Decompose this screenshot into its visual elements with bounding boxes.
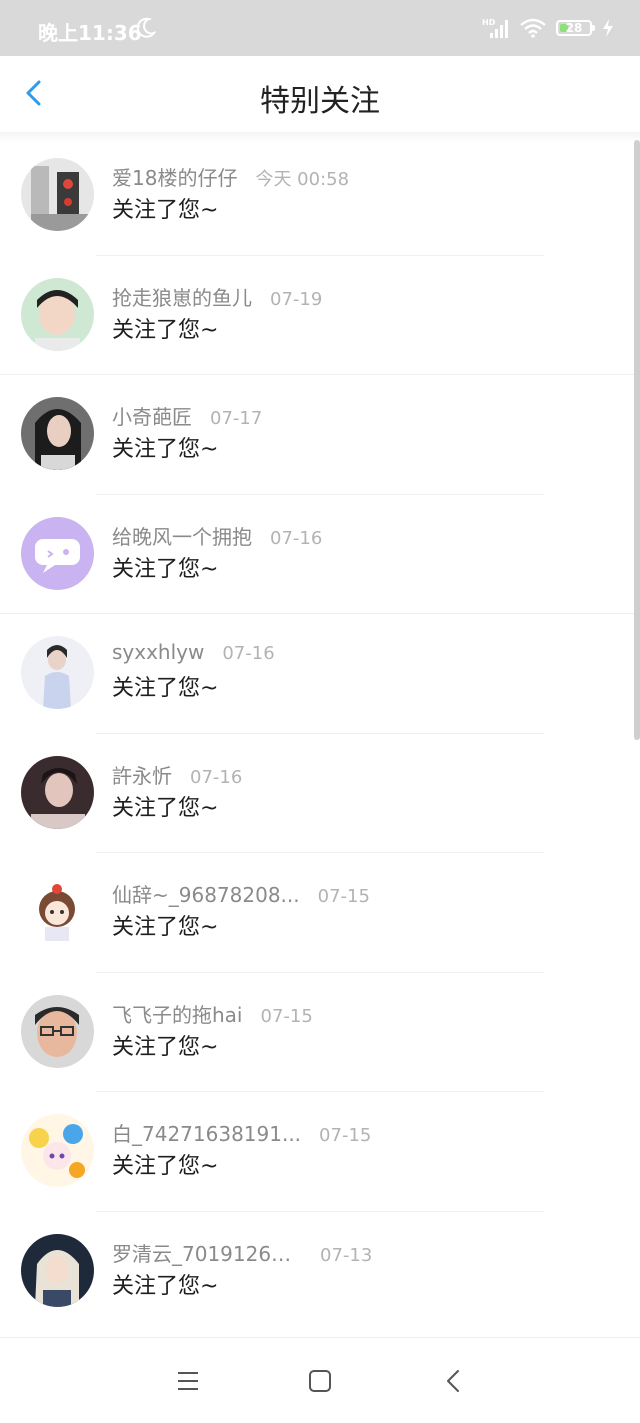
timestamp: 07-15 (317, 886, 370, 907)
timestamp: 今天 00:58 (255, 169, 350, 190)
message-text: 关注了您~ (112, 1034, 219, 1060)
status-time: 晚上11:36 (38, 21, 142, 45)
message-text: 关注了您~ (112, 1273, 219, 1299)
list-item[interactable]: 仙辞~_96878208... 07-15 关注了您~ (0, 853, 640, 973)
avatar[interactable] (21, 755, 94, 829)
wifi-icon (520, 18, 546, 38)
list-item[interactable]: 小奇葩匠 07-17 关注了您~ (0, 375, 640, 495)
timestamp: 07-16 (222, 643, 275, 664)
avatar[interactable] (21, 397, 94, 470)
message-text: 关注了您~ (112, 795, 219, 821)
list-item[interactable]: 白_74271638191... 07-15 关注了您~ (0, 1092, 640, 1212)
message-text: 关注了您~ (112, 915, 219, 940)
username: 仙辞~_96878208... (112, 883, 300, 907)
username: 抢走狼崽的鱼儿 (112, 285, 252, 310)
list-item[interactable]: 許永忻 07-16 关注了您~ (0, 734, 640, 853)
message-text: 关注了您~ (112, 556, 219, 582)
timestamp: 07-15 (319, 1125, 372, 1146)
list-item[interactable]: 抢走狼崽的鱼儿 07-19 关注了您~ (0, 256, 640, 375)
username: 爱18楼的仔仔 (112, 166, 238, 190)
avatar[interactable] (21, 1233, 94, 1307)
avatar[interactable] (21, 277, 94, 351)
moon-icon (136, 17, 156, 38)
timestamp: 07-19 (270, 288, 323, 310)
status-icons: HD 28 (482, 14, 614, 42)
header: 特别关注 (0, 56, 640, 132)
avatar[interactable] (21, 516, 94, 590)
page-title: 特别关注 (260, 84, 380, 119)
message-text: 关注了您~ (112, 317, 219, 343)
message-text: 关注了您~ (112, 437, 219, 462)
timestamp: 07-15 (260, 1005, 313, 1027)
avatar[interactable] (21, 994, 94, 1068)
username: 白_74271638191... (112, 1122, 302, 1146)
message-text: 关注了您~ (112, 1154, 219, 1179)
username: 罗清云_70191261... (112, 1241, 302, 1266)
list-item[interactable]: 爱18楼的仔仔 今天 00:58 关注了您~ (0, 136, 640, 256)
list-item[interactable]: syxxhlyw 07-16 关注了您~ (0, 614, 640, 734)
username: 飞飞子的拖hai (112, 1002, 243, 1027)
timestamp: 07-16 (190, 766, 243, 788)
status-bar: 晚上11:36 HD 28 (0, 0, 640, 56)
follow-list: 爱18楼的仔仔 今天 00:58 关注了您~ 抢走狼崽的鱼儿 07-19 关注了… (0, 136, 640, 1331)
timestamp: 07-13 (320, 1244, 373, 1266)
list-item[interactable]: 罗清云_70191261... 07-13 关注了您~ (0, 1212, 640, 1332)
username: 给晚风一个拥抱 (112, 524, 252, 549)
timestamp: 07-17 (210, 408, 263, 429)
message-text: 关注了您~ (112, 676, 219, 701)
system-nav-bar (0, 1337, 640, 1423)
avatar[interactable] (21, 875, 94, 948)
username: syxxhlyw (112, 640, 205, 664)
username: 小奇葩匠 (112, 405, 192, 429)
scrollbar[interactable] (634, 140, 640, 740)
timestamp: 07-16 (270, 527, 323, 549)
username: 許永忻 (112, 763, 172, 788)
back-icon[interactable] (441, 1368, 467, 1394)
charging-icon (603, 19, 613, 37)
signal-icon: HD (482, 18, 508, 38)
avatar[interactable] (21, 158, 94, 231)
battery-level: 28 (565, 21, 583, 35)
svg-text:HD: HD (482, 18, 496, 27)
avatar[interactable] (21, 636, 94, 709)
message-text: 关注了您~ (112, 198, 219, 223)
home-icon[interactable] (307, 1368, 333, 1394)
list-item[interactable]: 给晚风一个拥抱 07-16 关注了您~ (0, 495, 640, 614)
list-item[interactable]: 飞飞子的拖hai 07-15 关注了您~ (0, 973, 640, 1092)
menu-icon[interactable] (175, 1368, 201, 1394)
avatar[interactable] (21, 1114, 94, 1187)
battery-icon: 28 (556, 20, 595, 36)
